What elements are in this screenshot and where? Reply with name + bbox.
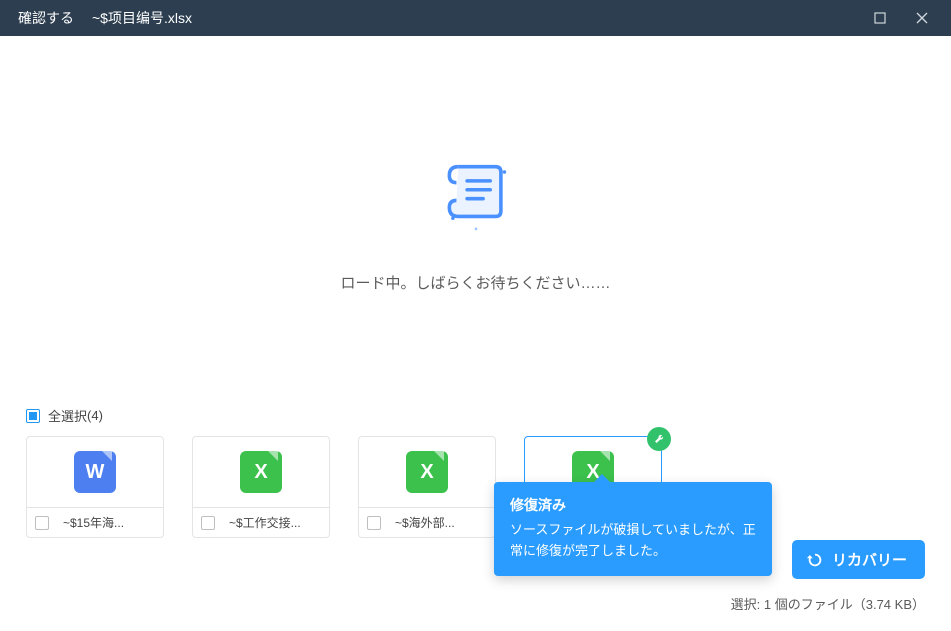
file-card-strip: W ~$15年海... X ~$工作交接... X ~$海外部... <box>26 436 925 538</box>
recover-button[interactable]: リカバリー <box>792 540 925 579</box>
excel-file-icon: X <box>406 451 448 493</box>
repaired-badge <box>647 427 671 451</box>
file-checkbox[interactable] <box>35 516 49 530</box>
window-title: 確認する <box>18 8 74 28</box>
file-card[interactable]: X ~$海外部... <box>358 436 496 538</box>
popover-body: ソースファイルが破損していましたが、正常に修復が完了しました。 <box>510 522 756 558</box>
file-name: ~$15年海... <box>63 514 155 531</box>
select-all-checkbox[interactable] <box>26 409 40 423</box>
file-checkbox[interactable] <box>201 516 215 530</box>
file-name: ~$工作交接... <box>229 514 321 531</box>
file-name: ~$海外部... <box>395 514 487 531</box>
excel-file-icon: X <box>240 451 282 493</box>
main-panel: ロード中。しばらくお待ちください…… 全選択 (4) W ~$15年海... X… <box>0 36 951 631</box>
selection-status: 選択: 1 個のファイル（3.74 KB） <box>731 594 925 613</box>
title-bar: 確認する ~$项目编号.xlsx <box>0 0 951 36</box>
restore-icon <box>806 551 824 569</box>
popover-title: 修復済み <box>510 494 756 516</box>
file-checkbox[interactable] <box>367 516 381 530</box>
recover-button-label: リカバリー <box>832 549 907 570</box>
maximize-icon <box>874 12 886 24</box>
loading-area: ロード中。しばらくお待ちください…… <box>0 156 951 293</box>
scroll-document-icon <box>431 156 521 236</box>
wrench-icon <box>653 433 666 446</box>
file-card[interactable]: W ~$15年海... <box>26 436 164 538</box>
window-filename: ~$项目编号.xlsx <box>92 8 192 28</box>
word-file-icon: W <box>74 451 116 493</box>
window-maximize-button[interactable] <box>859 0 901 36</box>
window-close-button[interactable] <box>901 0 943 36</box>
select-all-row[interactable]: 全選択 (4) <box>26 406 103 425</box>
repair-popover: 修復済み ソースファイルが破損していましたが、正常に修復が完了しました。 <box>494 482 772 576</box>
select-all-count: (4) <box>87 408 103 423</box>
select-all-label: 全選択 <box>48 406 87 425</box>
close-icon <box>916 12 928 24</box>
file-card[interactable]: X ~$工作交接... <box>192 436 330 538</box>
loading-text: ロード中。しばらくお待ちください…… <box>340 272 610 293</box>
